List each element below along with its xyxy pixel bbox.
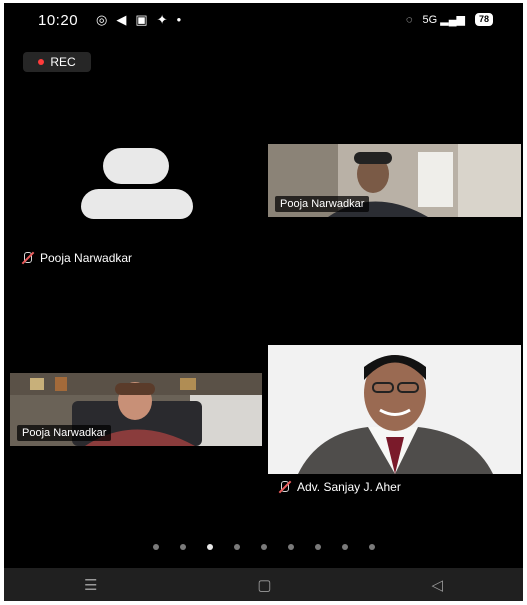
- page-dot[interactable]: [152, 544, 159, 550]
- participant-tile-3[interactable]: Pooja Narwadkar: [10, 373, 262, 446]
- hotspot-icon: ◌: [405, 13, 413, 26]
- page-dot[interactable]: [368, 544, 375, 550]
- telegram-icon: ◀: [116, 12, 127, 27]
- participant-nametag: Pooja Narwadkar: [275, 196, 370, 212]
- system-icons: ◌ 5G ▂▄▆ 78: [406, 13, 493, 26]
- twitter-icon: ✦: [156, 12, 168, 27]
- page-dot[interactable]: [260, 544, 267, 550]
- status-time: 10:20: [38, 12, 79, 29]
- status-bar: 10:20 ◎ ◀ ▣ ✦ ● ◌ 5G ▂▄▆ 78: [4, 3, 523, 39]
- notification-icons: ◎ ◀ ▣ ✦ ●: [96, 13, 181, 27]
- battery-icon: 78: [474, 13, 493, 26]
- instagram-icon: ▣: [135, 12, 148, 27]
- page-dot[interactable]: [341, 544, 348, 550]
- page-dot-active[interactable]: [206, 544, 213, 550]
- avatar-body: [81, 189, 193, 219]
- system-nav-bar: ☰ ▢ ◁: [4, 568, 523, 601]
- mic-off-icon: [20, 251, 34, 265]
- video-feed: [268, 345, 521, 474]
- participant-name-4: Adv. Sanjay J. Aher: [277, 480, 401, 494]
- signal-icon: 5G ▂▄▆: [422, 14, 465, 26]
- page-dot[interactable]: [233, 544, 240, 550]
- back-icon[interactable]: ◁: [431, 576, 443, 594]
- meeting-screen: 10:20 ◎ ◀ ▣ ✦ ● ◌ 5G ▂▄▆ 78 REC Pooja Na…: [4, 3, 523, 601]
- participant-label: Pooja Narwadkar: [40, 251, 133, 265]
- participant-tile-2[interactable]: Pooja Narwadkar: [268, 144, 521, 217]
- recording-badge: REC: [23, 52, 91, 72]
- participant-tile-4[interactable]: [268, 345, 521, 474]
- menu-icon[interactable]: ☰: [84, 576, 97, 594]
- participant-label: Adv. Sanjay J. Aher: [297, 480, 401, 494]
- whatsapp-icon: ◎: [96, 12, 108, 27]
- participant-name-1: Pooja Narwadkar: [20, 251, 132, 265]
- avatar-head: [103, 148, 169, 184]
- record-dot-icon: [38, 59, 45, 65]
- notification-dot-icon: ●: [176, 15, 182, 24]
- page-indicator[interactable]: [4, 544, 523, 550]
- home-icon[interactable]: ▢: [257, 576, 271, 594]
- page-dot[interactable]: [179, 544, 186, 550]
- mic-off-icon: [277, 480, 291, 494]
- participant-nametag: Pooja Narwadkar: [17, 425, 112, 441]
- signal-text: 5G: [422, 14, 438, 26]
- recording-label: REC: [50, 55, 76, 69]
- page-dot[interactable]: [287, 544, 294, 550]
- page-dot[interactable]: [314, 544, 321, 550]
